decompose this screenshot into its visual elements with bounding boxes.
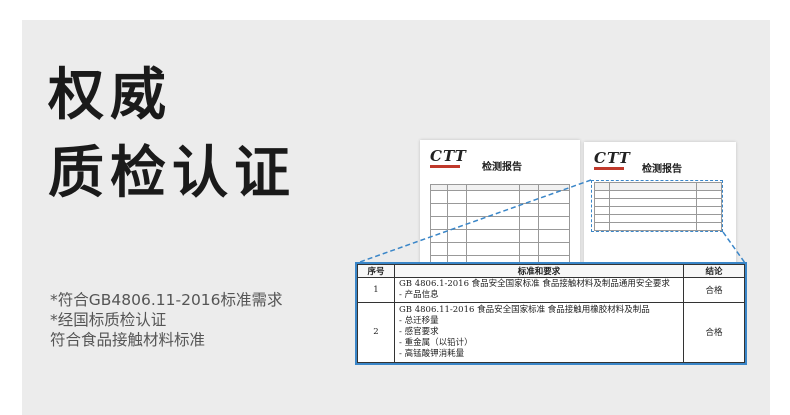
row-result: 合格 [683,277,745,303]
header-result: 结论 [683,264,745,278]
row-result: 合格 [683,301,745,363]
requirement-item: - 高锰酸钾消耗量 [399,348,465,359]
requirement-item: - 总迁移量 [399,315,439,326]
requirement-item: - 感官要求 [399,326,439,337]
table-row: 1 GB 4806.1-2016 食品安全国家标准 食品接触材料及制品通用安全要… [357,277,745,303]
standards-table: 序号 标准和要求 结论 1 GB 4806.1-2016 食品安全国家标准 食品… [357,264,745,363]
row-standard-cell: GB 4806.1-2016 食品安全国家标准 食品接触材料及制品通用安全要求 … [394,277,684,303]
zoomed-standards-table: 序号 标准和要求 结论 1 GB 4806.1-2016 食品安全国家标准 食品… [355,262,747,365]
header-seq: 序号 [357,264,395,278]
guide-line-left [356,179,592,264]
row-seq: 1 [357,277,395,303]
row-seq: 2 [357,301,395,363]
standard-name: GB 4806.11-2016 食品安全国家标准 食品接触用橡胶材料及制品 [399,304,650,315]
standard-name: GB 4806.1-2016 食品安全国家标准 食品接触材料及制品通用安全要求 [399,278,670,289]
header-standard: 标准和要求 [394,264,684,278]
requirement-item: - 重金属（以铅计） [399,337,473,348]
guide-line-right [722,231,746,264]
row-standard-cell: GB 4806.11-2016 食品安全国家标准 食品接触用橡胶材料及制品 - … [394,301,684,363]
table-header-row: 序号 标准和要求 结论 [357,264,745,278]
table-row: 2 GB 4806.11-2016 食品安全国家标准 食品接触用橡胶材料及制品 … [357,301,745,363]
requirement-item: - 产品信息 [399,289,439,300]
